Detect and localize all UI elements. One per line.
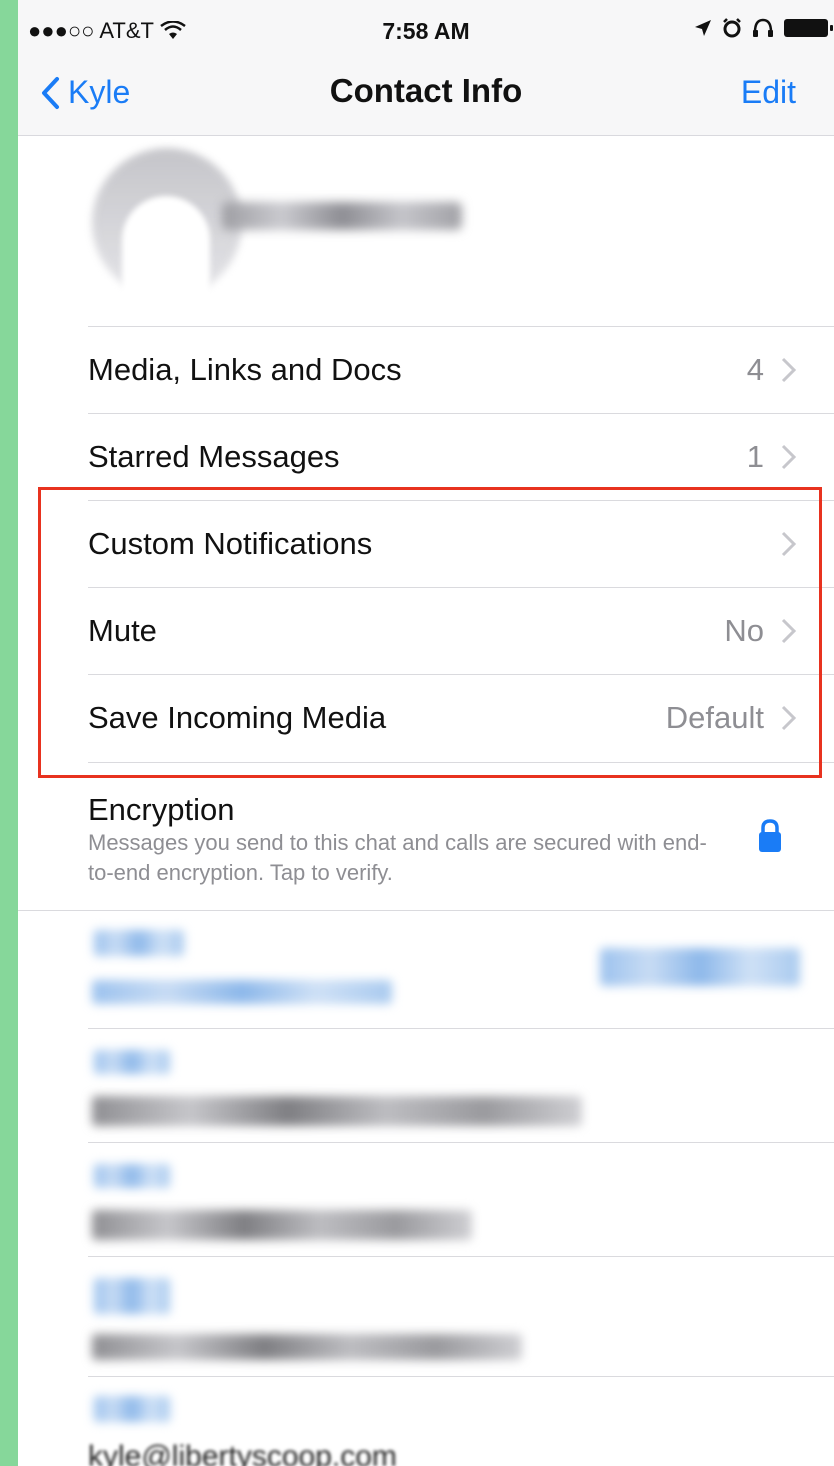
row-label: Mute: [88, 613, 157, 648]
contact-profile: [18, 136, 834, 336]
row-custom-notifications[interactable]: Custom Notifications: [18, 501, 834, 587]
divider: [88, 762, 834, 763]
page-title: Contact Info: [329, 72, 523, 109]
redacted-field-value: [92, 1096, 582, 1126]
redacted-field-label: [94, 1396, 170, 1422]
headphones-icon: [753, 18, 773, 37]
location-arrow-icon: [695, 20, 711, 36]
edit-button[interactable]: Edit: [741, 74, 796, 111]
chevron-right-icon: [781, 531, 797, 557]
row-value: 1: [746, 439, 764, 474]
encryption-description: Messages you send to this chat and calls…: [88, 830, 707, 885]
divider: [88, 1376, 834, 1377]
battery-icon: [784, 19, 833, 37]
encryption-title: Encryption: [88, 792, 235, 827]
divider: [88, 1142, 834, 1143]
alarm-icon: [723, 18, 741, 38]
redacted-field-label: [94, 1278, 170, 1314]
row-media-links-docs[interactable]: Media, Links and Docs 4: [18, 327, 834, 413]
row-label: Starred Messages: [88, 439, 340, 474]
chevron-right-icon: [781, 618, 797, 644]
row-value: 4: [746, 352, 764, 387]
redacted-phone-number: [92, 980, 392, 1004]
row-value: Default: [665, 700, 764, 735]
chevron-right-icon: [781, 357, 797, 383]
contact-info-screen: ●●●○○ AT&T 7:58 AM Kyle Contact Info Edi…: [18, 0, 834, 1466]
avatar-blur-detail: [122, 196, 210, 336]
row-label: Media, Links and Docs: [88, 352, 402, 387]
row-starred-messages[interactable]: Starred Messages 1: [18, 414, 834, 500]
redacted-field-label: [94, 1164, 170, 1188]
redacted-field-label: [94, 930, 184, 956]
redacted-field-value: [92, 1334, 522, 1360]
encryption-row[interactable]: Encryption Messages you send to this cha…: [18, 780, 834, 910]
status-icons: [694, 18, 833, 38]
redacted-field-value: [92, 1210, 472, 1240]
divider: [18, 910, 834, 911]
redacted-action-icons[interactable]: [600, 948, 800, 986]
redacted-field-label: [94, 1050, 170, 1074]
chevron-right-icon: [781, 705, 797, 731]
row-label: Save Incoming Media: [88, 700, 387, 735]
row-value: No: [724, 613, 764, 648]
row-mute[interactable]: Mute No: [18, 588, 834, 674]
row-save-incoming-media[interactable]: Save Incoming Media Default: [18, 675, 834, 761]
chevron-right-icon: [781, 444, 797, 470]
divider: [88, 1028, 834, 1029]
row-label: Custom Notifications: [88, 526, 373, 561]
divider: [88, 1256, 834, 1257]
top-bar: ●●●○○ AT&T 7:58 AM Kyle Contact Info Edi…: [18, 0, 834, 136]
contact-name-redacted: [222, 202, 462, 230]
lock-icon: [759, 819, 781, 852]
email-partial[interactable]: kyle@libertyscoop.com: [88, 1440, 397, 1466]
